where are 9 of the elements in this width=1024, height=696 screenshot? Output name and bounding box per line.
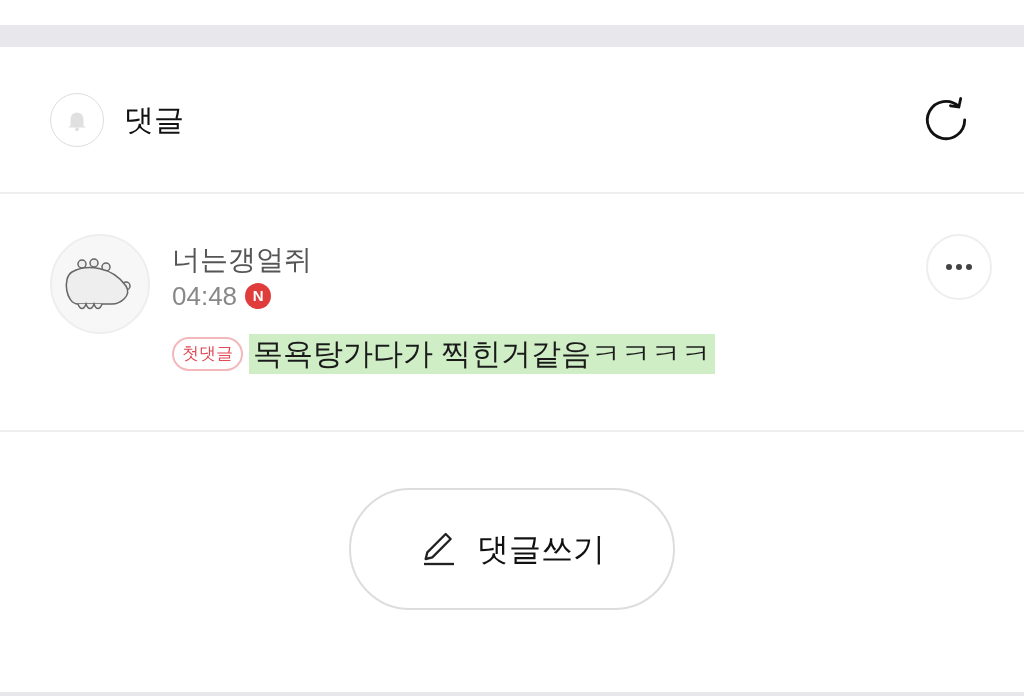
more-icon: [946, 264, 972, 270]
comment-text: 목욕탕가다가 찍힌거같음ㅋㅋㅋㅋ: [249, 334, 716, 374]
new-badge: N: [245, 283, 272, 309]
author-name[interactable]: 너는갱얼쥐: [172, 242, 716, 278]
section-title: 댓글: [124, 102, 184, 138]
comment-time: 04:48: [172, 280, 238, 313]
first-comment-tag: 첫댓글: [172, 337, 243, 371]
more-button[interactable]: [926, 234, 992, 300]
write-comment-button[interactable]: 댓글쓰기: [349, 488, 675, 610]
